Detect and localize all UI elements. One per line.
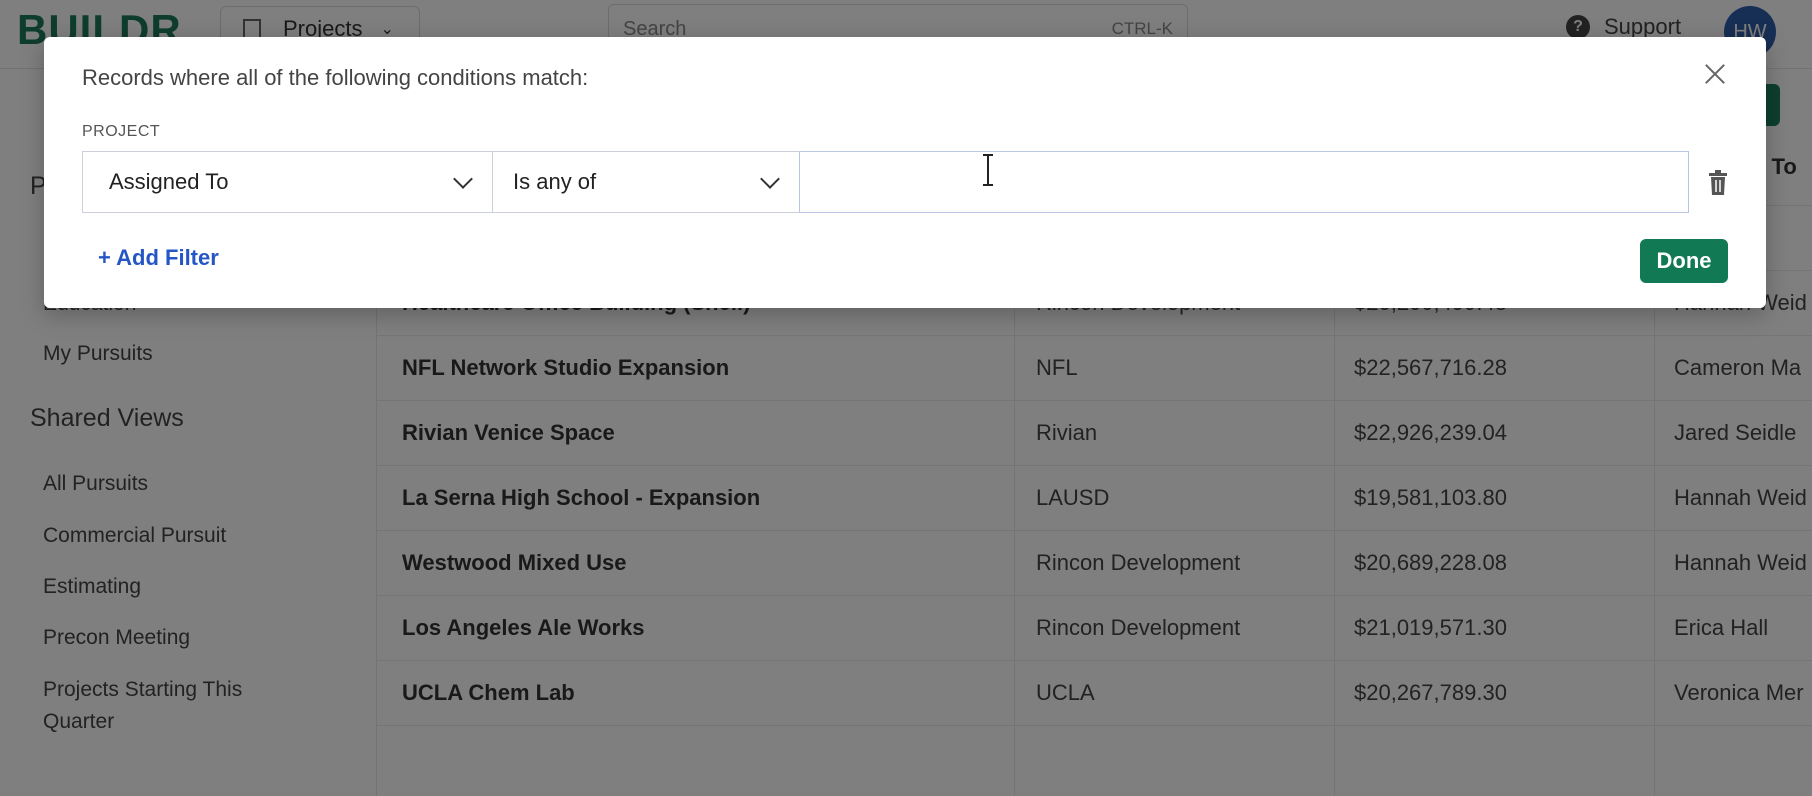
modal-title: Records where all of the following condi… bbox=[82, 65, 589, 90]
filter-value-input[interactable] bbox=[799, 151, 1689, 213]
chevron-down-icon bbox=[760, 169, 780, 189]
trash-icon[interactable] bbox=[1706, 169, 1730, 197]
text-cursor-icon bbox=[983, 154, 993, 186]
field-select-value: Assigned To bbox=[109, 169, 229, 194]
field-select[interactable]: Assigned To bbox=[82, 151, 493, 213]
operator-select-value: Is any of bbox=[513, 169, 597, 194]
section-label: PROJECT bbox=[82, 123, 161, 140]
filter-modal: Records where all of the following condi… bbox=[44, 37, 1766, 308]
add-filter-button[interactable]: + Add Filter bbox=[98, 245, 219, 271]
done-button[interactable]: Done bbox=[1640, 239, 1728, 283]
close-icon[interactable] bbox=[1698, 57, 1732, 91]
chevron-down-icon bbox=[453, 169, 473, 189]
operator-select[interactable]: Is any of bbox=[492, 151, 800, 213]
